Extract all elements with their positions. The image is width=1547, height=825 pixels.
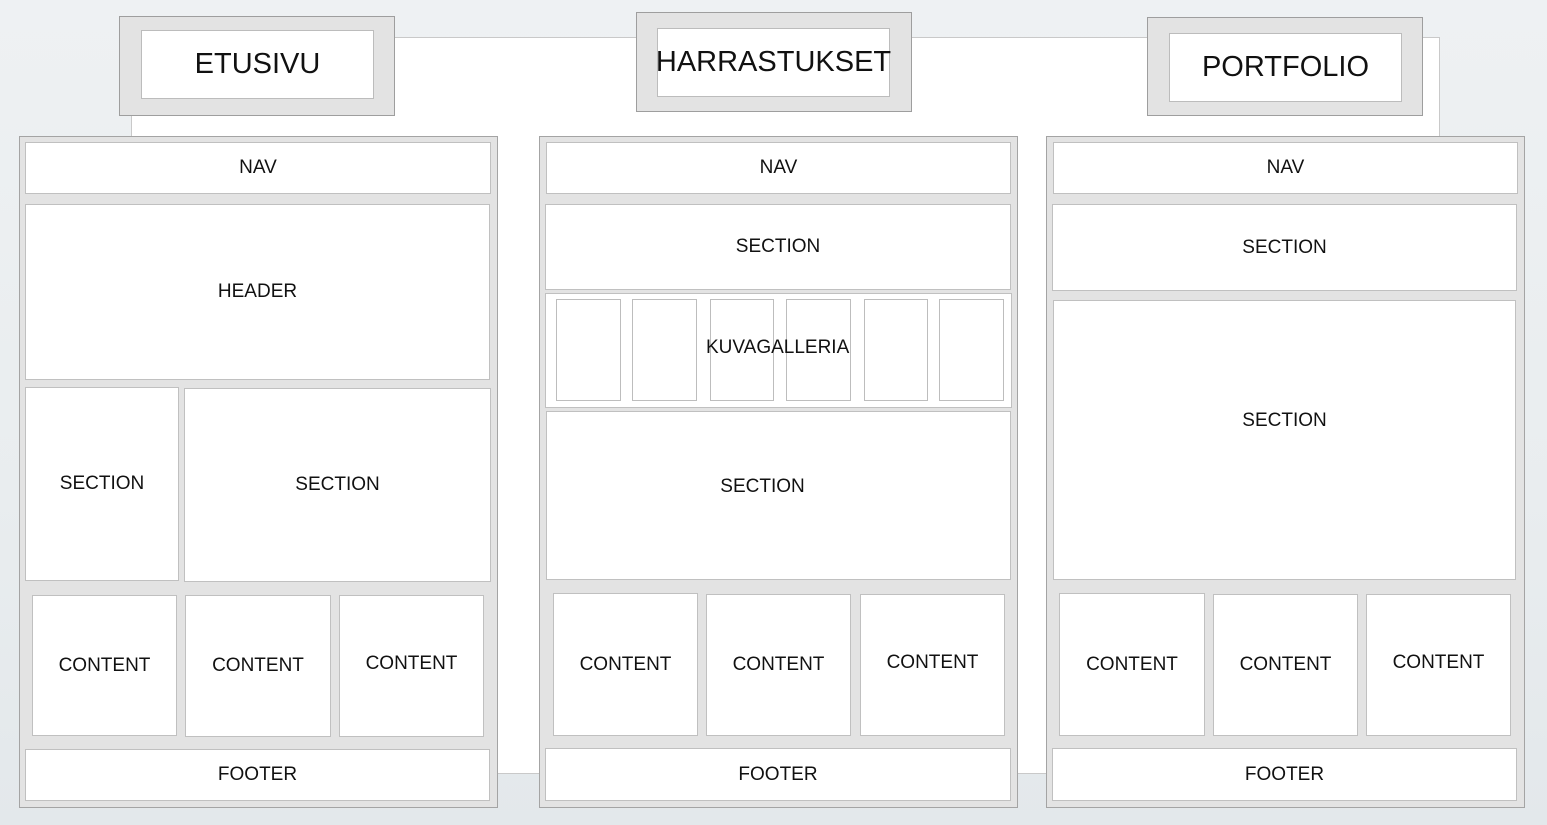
content-box: CONTENT [706, 594, 851, 736]
nav-box: NAV [1053, 142, 1518, 194]
content-box: CONTENT [339, 595, 484, 737]
gallery-thumbnail [939, 299, 1004, 401]
header-box: HEADER [25, 204, 490, 380]
nav-box: NAV [25, 142, 491, 194]
tab-portfolio[interactable]: PORTFOLIO [1147, 17, 1423, 116]
content-box: CONTENT [1366, 594, 1511, 736]
content-box: CONTENT [860, 594, 1005, 736]
gallery-label: KUVAGALLERIA [706, 337, 850, 358]
tab-etusivu[interactable]: ETUSIVU [119, 16, 395, 116]
section-box: SECTION [25, 387, 179, 581]
gallery-thumbnail [864, 299, 928, 401]
section-box: SECTION [546, 411, 1011, 580]
footer-box: FOOTER [545, 748, 1011, 801]
section-box: SECTION [184, 388, 491, 582]
section-box: SECTION [1052, 204, 1517, 291]
gallery-thumbnail [632, 299, 697, 401]
tab-label-etusivu: ETUSIVU [141, 30, 374, 99]
tab-label-portfolio: PORTFOLIO [1169, 33, 1402, 102]
section-box: SECTION [545, 204, 1011, 290]
footer-box: FOOTER [1052, 748, 1517, 801]
content-box: CONTENT [1059, 593, 1205, 736]
footer-box: FOOTER [25, 749, 490, 801]
image-gallery: KUVAGALLERIA [545, 293, 1012, 408]
content-box: CONTENT [185, 595, 331, 737]
section-box: SECTION [1053, 300, 1516, 580]
content-box: CONTENT [553, 593, 698, 736]
content-box: CONTENT [1213, 594, 1358, 736]
nav-box: NAV [546, 142, 1011, 194]
tab-harrastukset[interactable]: HARRASTUKSET [636, 12, 912, 112]
gallery-thumbnail [556, 299, 621, 401]
tab-label-harrastukset: HARRASTUKSET [656, 28, 891, 97]
content-box: CONTENT [32, 595, 177, 736]
